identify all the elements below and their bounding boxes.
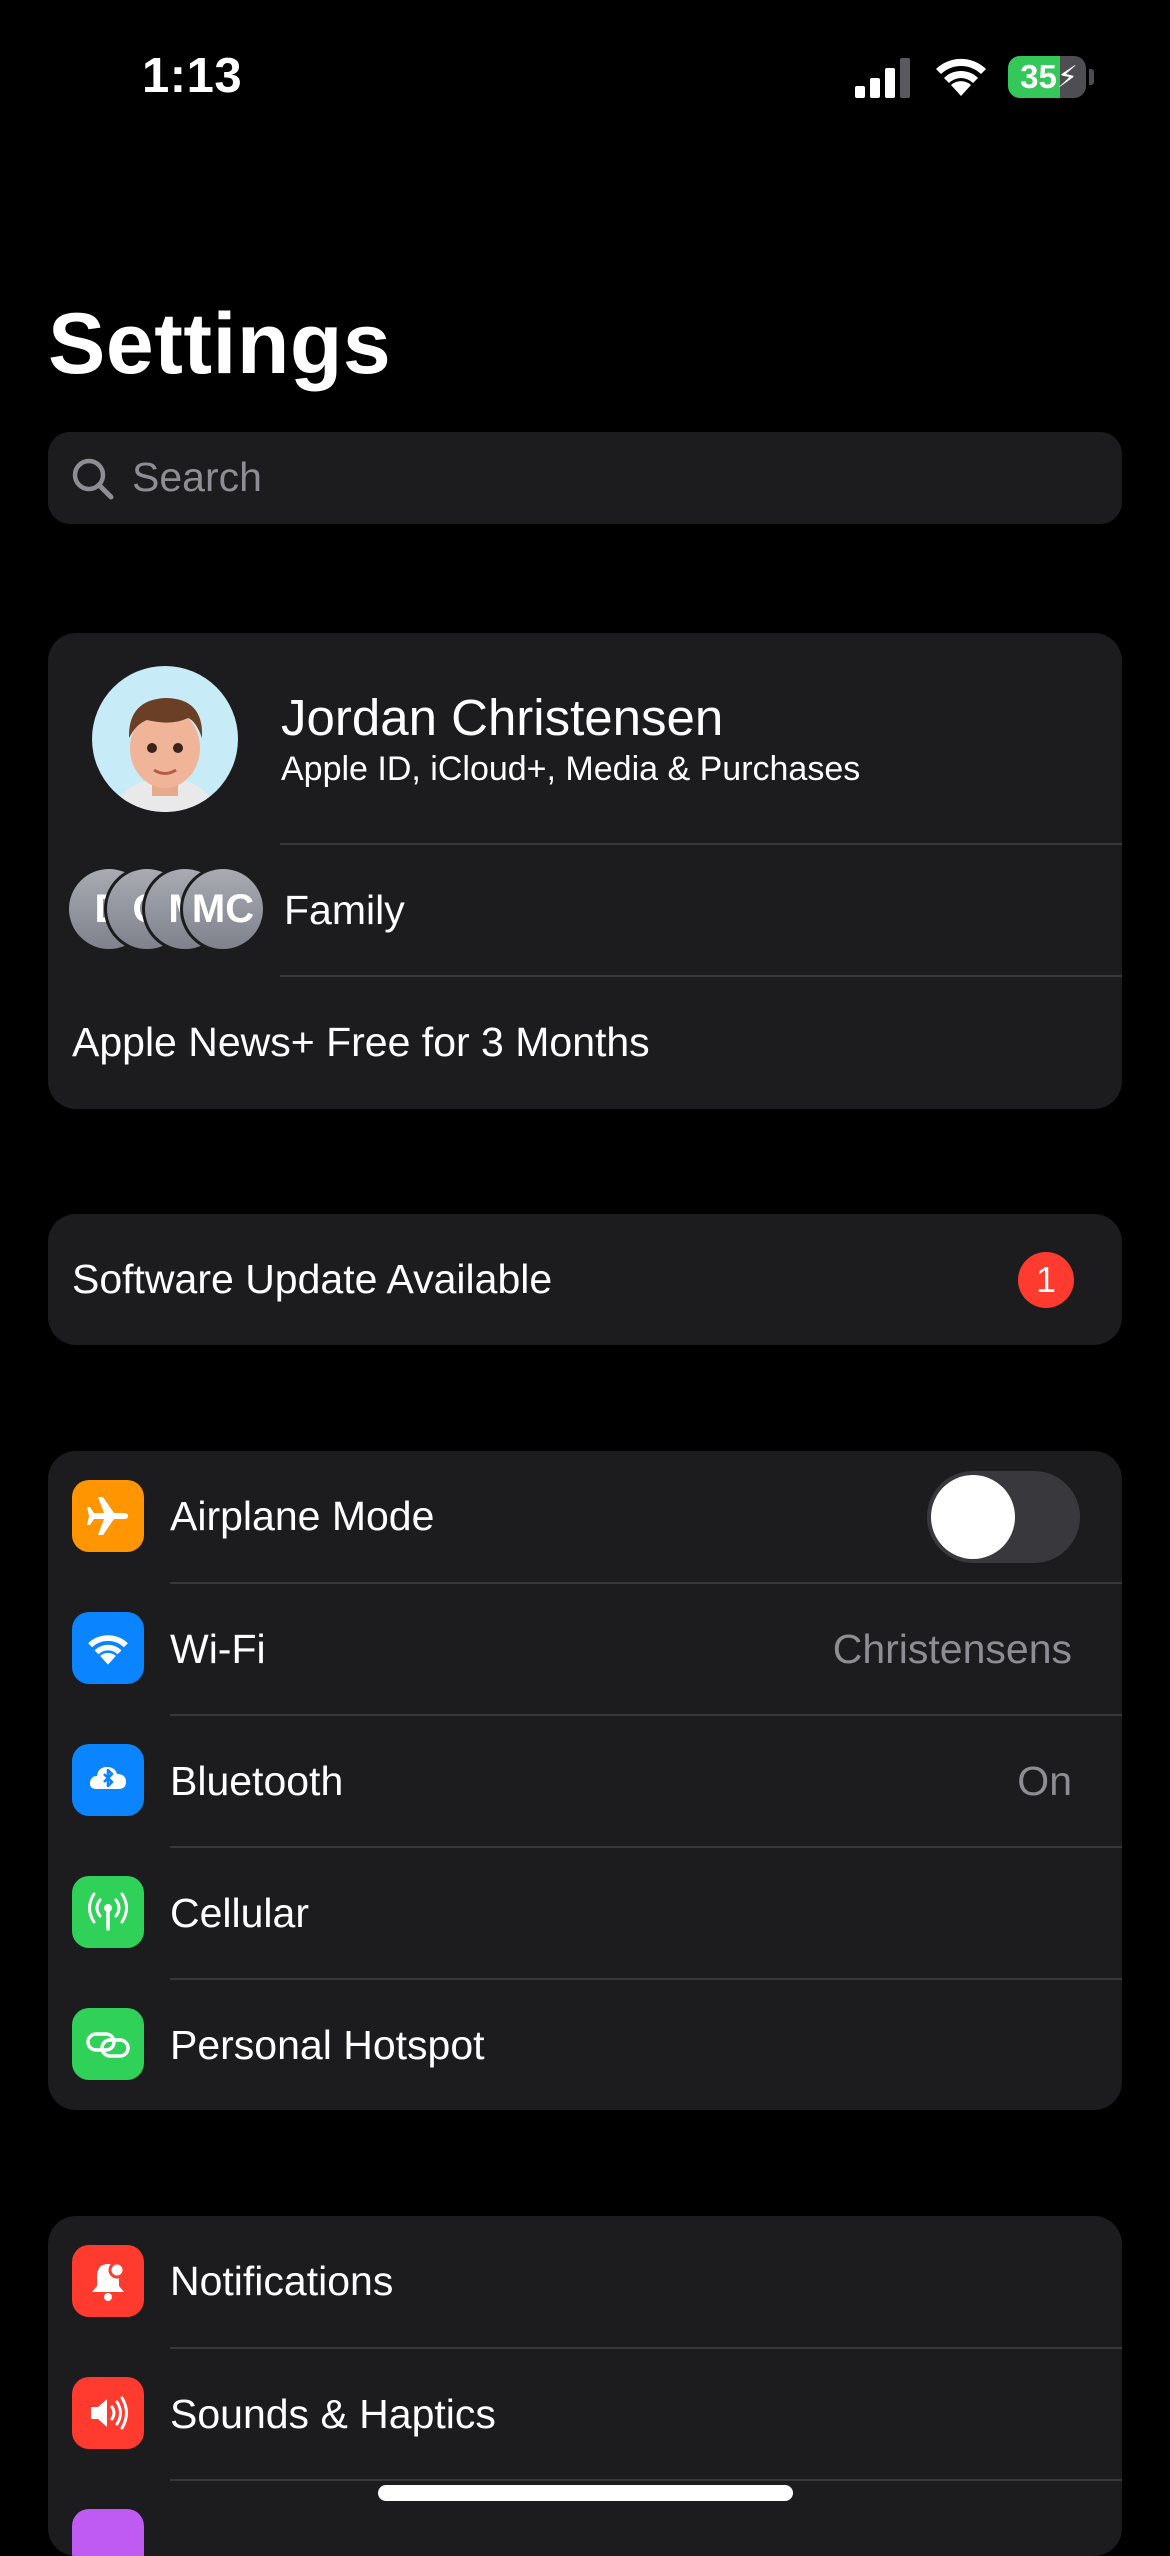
airplane-mode-toggle[interactable] xyxy=(927,1471,1080,1563)
battery-percent: 35 ⚡ xyxy=(1020,58,1078,95)
bluetooth-label: Bluetooth xyxy=(170,1758,344,1804)
profile-name: Jordan Christensen xyxy=(281,689,724,746)
notifications-section: Notifications Sounds & Haptics xyxy=(48,2216,1122,2556)
link-icon xyxy=(72,2008,144,2080)
notifications-label: Notifications xyxy=(170,2258,394,2304)
software-update-label: Software Update Available xyxy=(72,1256,553,1302)
airplane-mode-label: Airplane Mode xyxy=(170,1493,435,1539)
bluetooth-row[interactable]: Bluetooth On xyxy=(48,1716,1122,1846)
search-placeholder: Search xyxy=(132,454,262,500)
airplane-icon xyxy=(72,1480,144,1552)
bluetooth-status-value: On xyxy=(1017,1758,1072,1804)
update-badge: 1 xyxy=(1018,1252,1074,1308)
focus-icon xyxy=(72,2509,144,2556)
status-time: 1:13 xyxy=(142,49,243,103)
wifi-icon xyxy=(72,1612,144,1684)
profile-subtitle: Apple ID, iCloud+, Media & Purchases xyxy=(281,750,861,788)
profile-card: Jordan Christensen Apple ID, iCloud+, Me… xyxy=(48,633,1122,1109)
family-row[interactable]: D C M MC Family xyxy=(48,845,1122,975)
toggle-knob xyxy=(931,1475,1015,1559)
search-field[interactable]: Search xyxy=(48,432,1122,524)
connectivity-section: Airplane Mode Wi-Fi Christensens Bluetoo… xyxy=(48,1451,1122,2110)
family-avatar: MC xyxy=(180,866,266,952)
apple-id-row[interactable]: Jordan Christensen Apple ID, iCloud+, Me… xyxy=(48,633,1122,843)
sounds-haptics-label: Sounds & Haptics xyxy=(170,2391,496,2437)
personal-hotspot-row[interactable]: Personal Hotspot xyxy=(48,1980,1122,2110)
home-indicator[interactable] xyxy=(378,2485,793,2501)
page-title: Settings xyxy=(48,296,392,392)
apple-news-offer-label: Apple News+ Free for 3 Months xyxy=(72,1019,650,1065)
family-avatars: D C M MC xyxy=(66,866,286,952)
wifi-status-icon xyxy=(936,58,986,96)
avatar xyxy=(92,666,238,812)
wifi-network-value: Christensens xyxy=(832,1626,1072,1672)
wifi-row[interactable]: Wi-Fi Christensens xyxy=(48,1584,1122,1714)
bluetooth-icon xyxy=(72,1744,144,1816)
airplane-mode-row: Airplane Mode xyxy=(48,1451,1122,1582)
status-bar: 1:13 35 ⚡ xyxy=(0,0,1170,150)
bell-icon xyxy=(72,2245,144,2317)
personal-hotspot-label: Personal Hotspot xyxy=(170,2022,485,2068)
wifi-label: Wi-Fi xyxy=(170,1626,266,1672)
cellular-row[interactable]: Cellular xyxy=(48,1848,1122,1978)
cellular-signal-icon xyxy=(855,58,910,98)
search-icon xyxy=(72,458,114,500)
sounds-haptics-row[interactable]: Sounds & Haptics xyxy=(48,2349,1122,2479)
notifications-row[interactable]: Notifications xyxy=(48,2216,1122,2347)
family-label: Family xyxy=(284,887,405,933)
software-update-row[interactable]: Software Update Available 1 xyxy=(48,1214,1122,1345)
antenna-icon xyxy=(72,1876,144,1948)
battery-nub xyxy=(1089,69,1094,85)
cellular-label: Cellular xyxy=(170,1890,309,1936)
apple-news-offer-row[interactable]: Apple News+ Free for 3 Months xyxy=(48,977,1122,1109)
speaker-icon xyxy=(72,2377,144,2449)
